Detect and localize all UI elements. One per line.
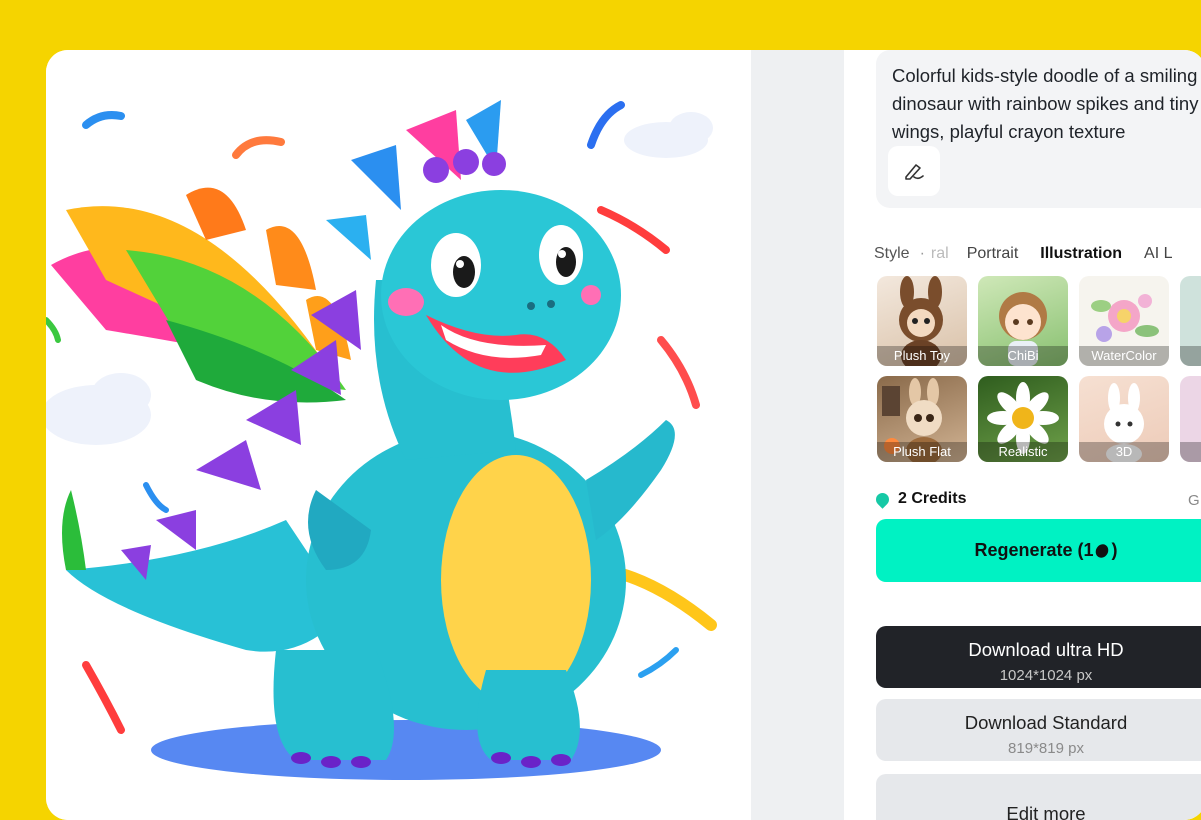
- regenerate-close: ): [1111, 540, 1118, 560]
- style-realistic[interactable]: Realistic: [978, 376, 1068, 462]
- style-label-plush-toy: Plush Toy: [877, 346, 967, 366]
- download-standard-size: 819*819 px: [1008, 739, 1084, 757]
- tab-general[interactable]: ral: [931, 245, 949, 263]
- style-label-chibi: ChiBi: [978, 346, 1068, 366]
- style-more-1[interactable]: [1180, 276, 1201, 366]
- prompt-box[interactable]: Colorful kids-style doodle of a smiling …: [876, 50, 1201, 208]
- download-ultra-hd-label: Download ultra HD: [968, 638, 1124, 660]
- style-plush-flat[interactable]: Plush Flat: [877, 376, 967, 462]
- style-label-plush-flat: Plush Flat: [877, 442, 967, 462]
- style-chibi[interactable]: ChiBi: [978, 276, 1068, 366]
- panel-gutter: [751, 50, 844, 820]
- result-card: Colorful kids-style doodle of a smiling …: [46, 50, 1201, 820]
- style-label-more-2: [1180, 442, 1201, 462]
- download-ultra-hd-button[interactable]: Download ultra HD 1024*1024 px: [876, 626, 1201, 688]
- style-label-3d: 3D: [1079, 442, 1169, 462]
- pen-edit-icon: [905, 164, 924, 180]
- edit-prompt-button[interactable]: [888, 146, 940, 196]
- credits-display: 2 Credits: [873, 489, 967, 509]
- style-more-2[interactable]: [1180, 376, 1201, 462]
- style-label-more-1: [1180, 346, 1201, 366]
- generated-image[interactable]: [46, 50, 751, 820]
- credits-drop-icon: [873, 489, 892, 509]
- credits-side-text: G: [1188, 492, 1200, 509]
- style-3d[interactable]: 3D: [1079, 376, 1169, 462]
- regenerate-label: Regenerate (1: [974, 540, 1094, 560]
- credits-text: 2 Credits: [898, 490, 967, 507]
- download-standard-label: Download Standard: [964, 711, 1128, 733]
- style-label: Style: [874, 245, 910, 262]
- style-tabs: Style · ral Portrait Illustration AI L: [874, 242, 1195, 266]
- regenerate-button[interactable]: Regenerate (1 ): [876, 519, 1201, 582]
- download-standard-button[interactable]: Download Standard 819*819 px: [876, 699, 1201, 761]
- edit-more-button[interactable]: Edit more: [876, 774, 1201, 820]
- bean-icon: [1092, 541, 1111, 560]
- prompt-text[interactable]: Colorful kids-style doodle of a smiling …: [892, 62, 1201, 146]
- control-panel: Colorful kids-style doodle of a smiling …: [844, 50, 1201, 820]
- tab-illustration[interactable]: Illustration: [1040, 245, 1122, 263]
- dinosaur-illustration: [46, 100, 717, 780]
- style-watercolor[interactable]: WaterColor: [1079, 276, 1169, 366]
- tab-separator: ·: [919, 245, 925, 262]
- tab-portrait[interactable]: Portrait: [967, 245, 1019, 263]
- style-label-realistic: Realistic: [978, 442, 1068, 462]
- edit-more-label: Edit more: [1006, 803, 1086, 820]
- style-label-watercolor: WaterColor: [1079, 346, 1169, 366]
- download-ultra-hd-size: 1024*1024 px: [999, 666, 1093, 684]
- tab-ai-l[interactable]: AI L: [1144, 245, 1172, 263]
- style-plush-toy[interactable]: Plush Toy: [877, 276, 967, 366]
